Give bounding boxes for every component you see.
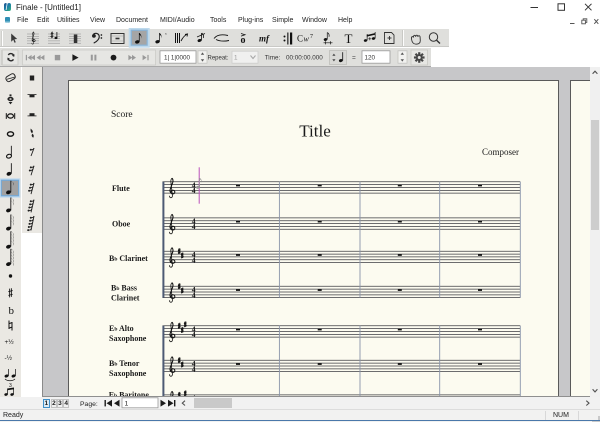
svg-text:T: T bbox=[345, 31, 353, 46]
svg-text:1| 1|0000: 1| 1|0000 bbox=[164, 55, 191, 62]
svg-text:120: 120 bbox=[365, 55, 376, 62]
svg-text:Bb Tenor: Bb Tenor bbox=[109, 359, 140, 368]
svg-text:Title: Title bbox=[299, 122, 331, 141]
svg-text:mf: mf bbox=[259, 34, 270, 44]
svg-text:Saxophone: Saxophone bbox=[109, 369, 147, 378]
svg-text:Composer: Composer bbox=[482, 147, 519, 157]
svg-text:=: = bbox=[352, 55, 356, 62]
svg-text:w: w bbox=[304, 35, 310, 44]
svg-text:4: 4 bbox=[192, 186, 196, 195]
svg-text:00:00:00.000: 00:00:00.000 bbox=[286, 55, 323, 62]
svg-text:1: 1 bbox=[234, 55, 238, 62]
svg-text:4: 4 bbox=[192, 330, 196, 339]
svg-text:Clarinet: Clarinet bbox=[111, 293, 140, 302]
svg-text:Flute: Flute bbox=[112, 184, 130, 193]
svg-text:4: 4 bbox=[192, 222, 196, 231]
svg-text:Bb Clarinet: Bb Clarinet bbox=[109, 254, 148, 263]
svg-text:+½: +½ bbox=[5, 338, 15, 346]
svg-text:C: C bbox=[297, 34, 303, 44]
svg-text:Bb Bass: Bb Bass bbox=[111, 284, 137, 293]
svg-text:Eb Alto: Eb Alto bbox=[109, 324, 134, 333]
svg-text:o: o bbox=[241, 35, 246, 46]
svg-text:Oboe: Oboe bbox=[112, 219, 131, 228]
svg-text:4: 4 bbox=[192, 256, 196, 265]
svg-text:4: 4 bbox=[192, 291, 196, 300]
svg-text:b: b bbox=[9, 305, 15, 317]
svg-text:3: 3 bbox=[9, 383, 12, 389]
svg-text:Repeat:: Repeat: bbox=[208, 56, 229, 62]
svg-text:Page:: Page: bbox=[80, 401, 98, 408]
svg-text:Saxophone: Saxophone bbox=[109, 334, 147, 343]
svg-text:7: 7 bbox=[310, 34, 313, 40]
svg-text:4: 4 bbox=[192, 365, 196, 374]
svg-text:Time:: Time: bbox=[265, 55, 281, 62]
svg-text:Score: Score bbox=[111, 110, 133, 120]
svg-text:-½: -½ bbox=[5, 354, 13, 362]
svg-text:1: 1 bbox=[125, 401, 129, 408]
